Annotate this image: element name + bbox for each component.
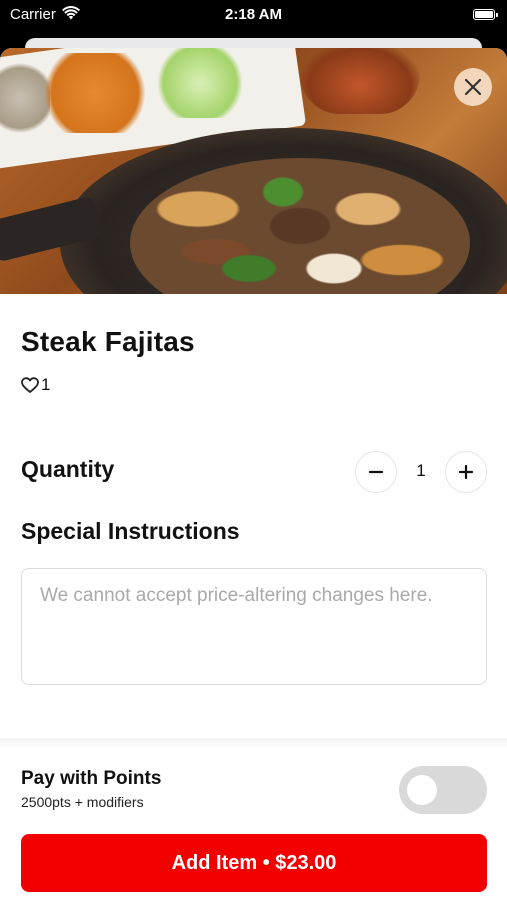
like-count[interactable]: 1: [21, 375, 50, 395]
like-count-value: 1: [41, 375, 51, 394]
decrement-button[interactable]: [355, 451, 397, 493]
heart-icon: [21, 377, 39, 393]
status-time: 2:18 AM: [225, 6, 282, 23]
plus-icon: [458, 464, 474, 480]
footer-divider: [0, 738, 507, 750]
item-photo: [0, 48, 507, 294]
close-icon: [464, 78, 482, 96]
quantity-value: 1: [416, 461, 426, 480]
points-cost-label: 2500pts + modifiers: [21, 794, 144, 810]
pay-with-points-toggle[interactable]: [399, 766, 487, 814]
pay-with-points-label: Pay with Points: [21, 768, 162, 789]
minus-icon: [368, 470, 384, 474]
status-bar: Carrier 2:18 AM: [0, 0, 507, 32]
add-item-button[interactable]: Add Item • $23.00: [21, 834, 487, 892]
special-instructions-input[interactable]: [21, 568, 487, 685]
item-title: Steak Fajitas: [21, 326, 195, 357]
quantity-label: Quantity: [21, 456, 115, 482]
special-instructions-label: Special Instructions: [21, 518, 240, 544]
item-detail-modal: Steak Fajitas 1 Quantity 1 Special Instr…: [0, 48, 507, 900]
quantity-stepper: 1: [355, 451, 487, 493]
toggle-knob: [407, 775, 437, 805]
close-button[interactable]: [454, 68, 492, 106]
battery-icon: [473, 9, 498, 20]
increment-button[interactable]: [445, 451, 487, 493]
